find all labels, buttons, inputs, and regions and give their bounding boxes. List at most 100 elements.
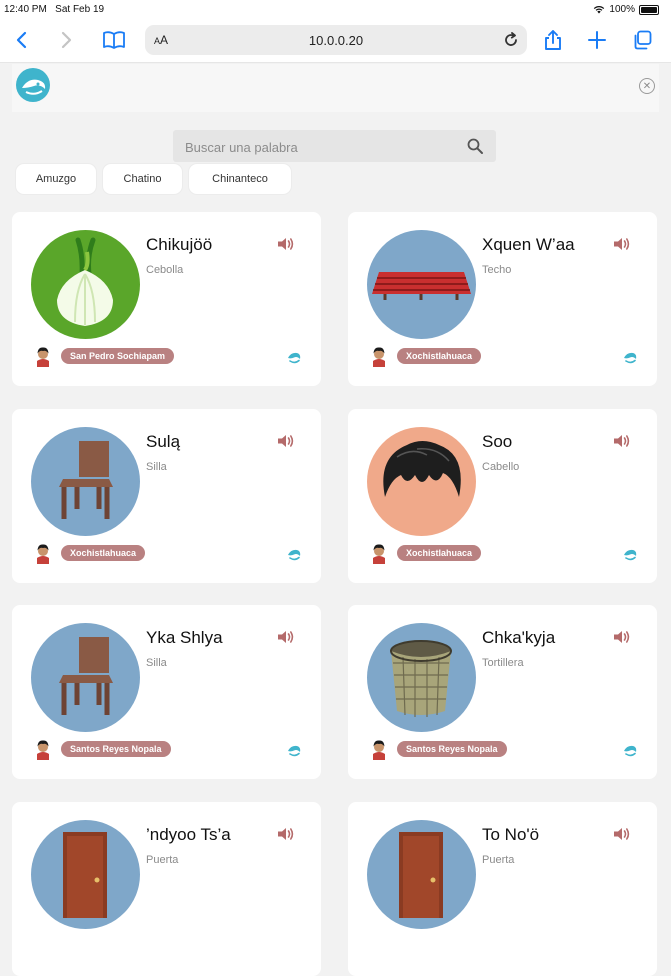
app-logo-icon[interactable] xyxy=(16,68,50,102)
speaker-icon xyxy=(278,435,294,447)
word-card[interactable]: Sulą Silla Xochistlahuaca xyxy=(12,409,321,583)
speaker-icon xyxy=(278,238,294,250)
word-text: Sulą xyxy=(146,432,181,451)
filter-chip-chinanteco[interactable]: Chinanteco xyxy=(189,164,291,194)
app-logo-small xyxy=(286,742,302,763)
filter-chip-chatino[interactable]: Chatino xyxy=(103,164,182,194)
share-icon xyxy=(545,30,561,50)
speaker-avatar xyxy=(34,345,52,367)
door-image xyxy=(367,820,476,929)
back-button[interactable] xyxy=(8,26,36,54)
app-logo-small-icon xyxy=(288,549,301,561)
filter-chip-amuzgo[interactable]: Amuzgo xyxy=(16,164,96,194)
url-text: 10.0.0.20 xyxy=(308,33,364,48)
speaker-avatar xyxy=(34,738,52,760)
translation-text: Puerta xyxy=(146,854,179,866)
translation-text: Puerta xyxy=(482,854,515,866)
app-logo-small xyxy=(622,742,638,763)
tabs-icon xyxy=(634,30,652,50)
word-card[interactable]: Yka Shlya Silla Santos Reyes Nopala xyxy=(12,605,321,779)
translation-text: Silla xyxy=(146,657,167,669)
search-placeholder: Buscar una palabra xyxy=(185,140,298,155)
roof-image xyxy=(367,230,476,339)
new-tab-button[interactable] xyxy=(583,26,611,54)
battery-percent: 100% xyxy=(609,4,635,15)
speaker-avatar xyxy=(370,738,388,760)
location-tag[interactable]: San Pedro Sochiapam xyxy=(61,348,175,364)
tabs-button[interactable] xyxy=(628,26,656,54)
search-input[interactable]: Buscar una palabra xyxy=(173,130,496,162)
address-bar[interactable]: AA 10.0.0.20 xyxy=(145,25,527,55)
speaker-icon xyxy=(278,631,294,643)
play-audio-button[interactable] xyxy=(277,629,295,650)
location-tag[interactable]: Xochistlahuaca xyxy=(397,545,482,561)
word-card[interactable]: Xquen W’aa Techo Xochistlahuaca xyxy=(348,212,657,386)
word-card[interactable]: To No'ö Puerta xyxy=(348,802,657,976)
word-text: ’ndyoo Ts’a xyxy=(146,825,231,844)
speaker-icon xyxy=(614,238,630,250)
chair-image xyxy=(31,623,140,732)
speaker-avatar xyxy=(370,345,388,367)
speaker-avatar xyxy=(34,542,52,564)
word-card[interactable]: ’ndyoo Ts’a Puerta xyxy=(12,802,321,976)
word-text: To No'ö xyxy=(482,825,540,844)
translation-text: Techo xyxy=(482,264,512,276)
chair-image xyxy=(31,427,140,536)
app-logo-small-icon xyxy=(288,745,301,757)
reload-icon[interactable] xyxy=(503,32,519,48)
translation-text: Silla xyxy=(146,461,167,473)
speaker-icon xyxy=(614,435,630,447)
app-banner: ✕ xyxy=(12,64,659,112)
location-tag[interactable]: Xochistlahuaca xyxy=(61,545,146,561)
word-text: Chikujöö xyxy=(146,235,213,254)
basket-image xyxy=(367,623,476,732)
word-card[interactable]: Chikujöö Cebolla San Pedro Sochiapam xyxy=(12,212,321,386)
battery-icon xyxy=(639,4,659,15)
location-tag[interactable]: Santos Reyes Nopala xyxy=(397,741,507,757)
word-card[interactable]: Soo Cabello Xochistlahuaca xyxy=(348,409,657,583)
speaker-icon xyxy=(278,828,294,840)
play-audio-button[interactable] xyxy=(277,826,295,847)
app-logo-small-icon xyxy=(624,745,637,757)
forward-icon xyxy=(61,31,72,49)
play-audio-button[interactable] xyxy=(613,826,631,847)
status-bar: 12:40 PM Sat Feb 19 100% xyxy=(0,0,671,20)
search-icon[interactable] xyxy=(466,137,484,155)
translation-text: Tortillera xyxy=(482,657,524,669)
browser-toolbar: AA 10.0.0.20 xyxy=(0,20,671,63)
door-image xyxy=(31,820,140,929)
app-logo-small xyxy=(286,349,302,370)
play-audio-button[interactable] xyxy=(613,629,631,650)
bookmarks-icon xyxy=(103,31,125,49)
play-audio-button[interactable] xyxy=(613,433,631,454)
location-tag[interactable]: Xochistlahuaca xyxy=(397,348,482,364)
play-audio-button[interactable] xyxy=(277,236,295,257)
status-time: 12:40 PM Sat Feb 19 xyxy=(4,4,105,15)
speaker-avatar xyxy=(370,542,388,564)
word-card[interactable]: Chka'kyja Tortillera Santos Reyes Nopala xyxy=(348,605,657,779)
forward-button[interactable] xyxy=(52,26,80,54)
speaker-icon xyxy=(614,828,630,840)
word-text: Xquen W’aa xyxy=(482,235,575,254)
app-logo-small xyxy=(286,546,302,567)
close-banner-icon[interactable]: ✕ xyxy=(639,78,655,94)
play-audio-button[interactable] xyxy=(277,433,295,454)
app-logo-small xyxy=(622,546,638,567)
app-logo-small-icon xyxy=(624,549,637,561)
translation-text: Cabello xyxy=(482,461,520,473)
share-button[interactable] xyxy=(539,26,567,54)
back-icon xyxy=(16,31,27,49)
translation-text: Cebolla xyxy=(146,264,184,276)
word-text: Soo xyxy=(482,432,513,451)
word-text: Chka'kyja xyxy=(482,628,556,647)
status-right: 100% xyxy=(593,4,659,15)
location-tag[interactable]: Santos Reyes Nopala xyxy=(61,741,171,757)
bookmarks-button[interactable] xyxy=(100,26,128,54)
wifi-icon xyxy=(594,5,605,14)
app-logo-small-icon xyxy=(288,352,301,364)
hair-image xyxy=(367,427,476,536)
play-audio-button[interactable] xyxy=(613,236,631,257)
new-tab-icon xyxy=(588,31,606,49)
onion-image xyxy=(31,230,140,339)
app-logo-small xyxy=(622,349,638,370)
